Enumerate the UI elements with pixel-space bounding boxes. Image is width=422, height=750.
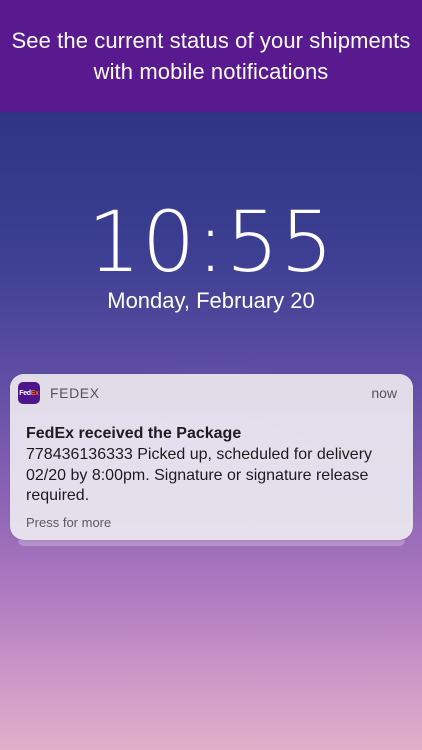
- notification-stack-edge: [18, 540, 405, 546]
- press-for-more-hint: Press for more: [26, 514, 112, 530]
- notification-message: 778436136333 Picked up, scheduled for de…: [26, 446, 373, 504]
- notification-title: FedEx received the Package: [26, 425, 242, 442]
- notification-header: Fed Ex FEDEX now: [10, 374, 413, 412]
- banner-text: See the current status of your shipments…: [11, 28, 411, 84]
- notification-time: now: [371, 385, 397, 401]
- screen: See the current status of your shipments…: [0, 0, 422, 750]
- clock-date: Monday, February 20: [107, 288, 315, 313]
- app-icon-ex-text: Ex: [30, 389, 39, 397]
- fedex-app-icon: Fed Ex: [18, 382, 40, 404]
- notification-body: FedEx received the Package 778436136333 …: [10, 412, 413, 530]
- app-icon-fed-text: Fed: [19, 389, 31, 397]
- fedex-notification[interactable]: Fed Ex FEDEX now FedEx received the Packa…: [10, 374, 413, 540]
- notification-app-name: FEDEX: [50, 385, 100, 401]
- clock-time: 10:55: [87, 193, 335, 291]
- promo-banner: See the current status of your shipments…: [0, 0, 422, 112]
- lock-screen: 10:55 Monday, February 20 Fed Ex FEDEX no…: [0, 112, 422, 750]
